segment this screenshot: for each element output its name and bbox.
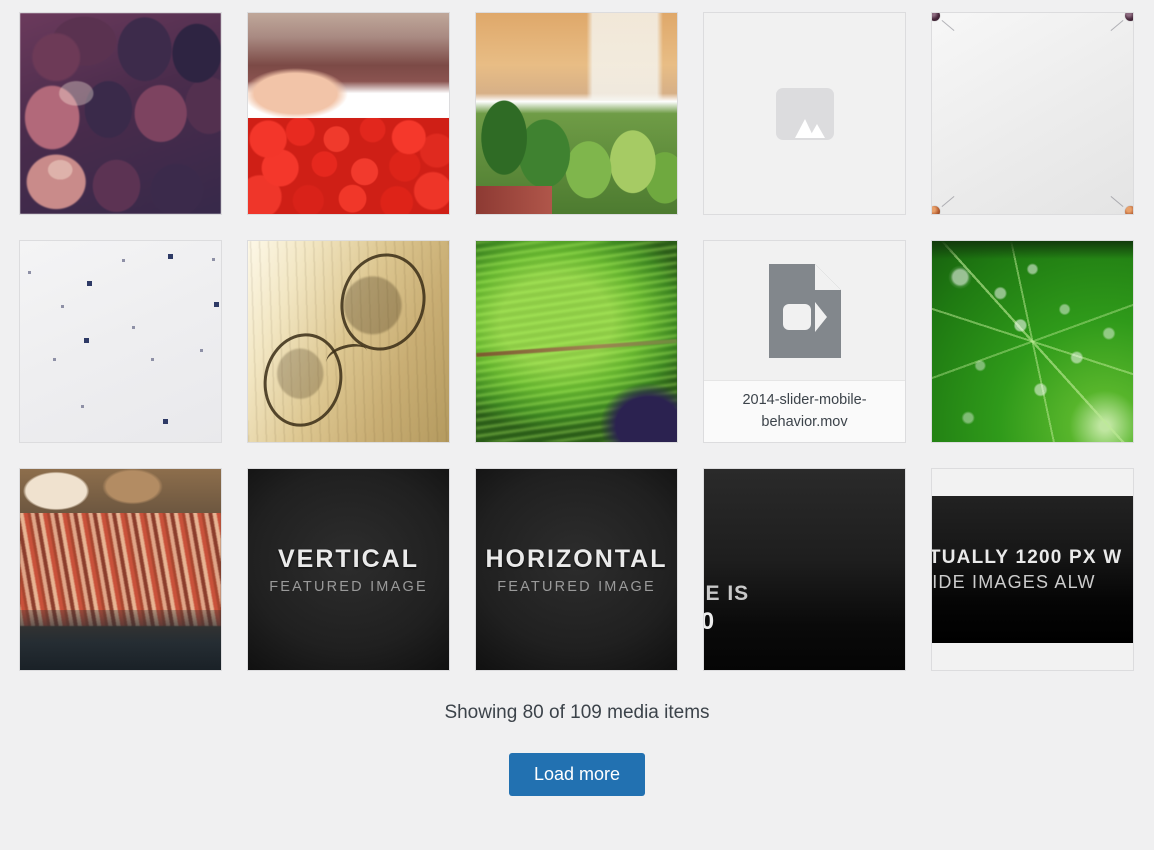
pin-shadow — [941, 19, 955, 32]
media-item-veggies[interactable] — [475, 12, 678, 215]
placeholder-art — [704, 13, 905, 214]
media-item-pinned-sheet[interactable] — [931, 12, 1134, 215]
widetext-line-2: WIDE IMAGES ALW — [932, 571, 1096, 592]
load-more-section: Showing 80 of 109 media items Load more — [0, 700, 1154, 797]
letterbox-bar-top — [932, 469, 1133, 496]
media-item-vertical-featured[interactable]: VERTICAL FEATURED IMAGE — [247, 468, 450, 671]
pushpin-icon — [932, 13, 940, 21]
load-more-button[interactable]: Load more — [508, 752, 646, 797]
media-item-video-file[interactable]: 2014-slider-mobile-behavior.mov — [703, 240, 906, 443]
vertical-subtitle: FEATURED IMAGE — [269, 578, 428, 595]
letterbox-bar-bottom — [932, 643, 1133, 670]
media-item-bigtext[interactable]: AGE IS 500 — [703, 468, 906, 671]
media-item-glasses[interactable] — [247, 240, 450, 443]
horizontal-subtitle: FEATURED IMAGE — [497, 578, 656, 595]
video-file-icon-wrap — [704, 241, 905, 380]
video-file-art: 2014-slider-mobile-behavior.mov — [704, 241, 905, 442]
media-item-leaf[interactable] — [931, 240, 1134, 443]
dots-image — [20, 241, 221, 442]
bigtext-lines: AGE IS 500 — [704, 582, 749, 636]
video-file-name: 2014-slider-mobile-behavior.mov — [704, 380, 905, 442]
image-placeholder-icon — [775, 87, 834, 140]
vertical-title: VERTICAL — [278, 544, 419, 573]
bigtext-line-2: 500 — [704, 608, 749, 636]
media-item-horizontal-featured[interactable]: HORIZONTAL FEATURED IMAGE — [475, 468, 678, 671]
media-item-widetext[interactable]: CTUALLY 1200 PX W WIDE IMAGES ALW — [931, 468, 1134, 671]
widetext-lines: CTUALLY 1200 PX W WIDE IMAGES ALW — [932, 547, 1122, 593]
lens-shape — [255, 325, 351, 435]
pin-shadow — [1110, 19, 1124, 32]
vertical-featured-art: VERTICAL FEATURED IMAGE — [248, 469, 449, 670]
glasses-image — [248, 241, 449, 442]
media-item-tomatoes[interactable] — [247, 12, 450, 215]
media-library-page: 2014-slider-mobile-behavior.mov VERTICAL… — [0, 0, 1154, 850]
horizontal-title: HORIZONTAL — [485, 544, 668, 573]
fern-shadow — [580, 357, 677, 442]
mineral-highlight — [20, 469, 221, 514]
pinned-sheet-image — [932, 13, 1133, 214]
pin-shadow — [1110, 195, 1124, 208]
veggies-image — [476, 13, 677, 214]
letterbox-band: CTUALLY 1200 PX W WIDE IMAGES ALW — [932, 496, 1133, 643]
mineral-image — [20, 469, 221, 670]
media-item-dots[interactable] — [19, 240, 222, 443]
media-grid: 2014-slider-mobile-behavior.mov VERTICAL… — [19, 12, 1154, 671]
leaf-image — [932, 241, 1133, 442]
media-item-mineral[interactable] — [19, 468, 222, 671]
pin-shadow — [941, 195, 955, 208]
tomatoes-image — [248, 13, 449, 214]
widetext-art: CTUALLY 1200 PX W WIDE IMAGES ALW — [932, 469, 1133, 670]
media-count-text: Showing 80 of 109 media items — [444, 702, 710, 723]
fern-image — [476, 241, 677, 442]
pushpin-icon — [1125, 206, 1133, 214]
figs-image — [20, 13, 221, 214]
horizontal-featured-art: HORIZONTAL FEATURED IMAGE — [476, 469, 677, 670]
bigtext-line-1: AGE IS — [704, 582, 750, 605]
pushpin-icon — [1125, 13, 1133, 21]
media-item-figs[interactable] — [19, 12, 222, 215]
media-item-placeholder[interactable] — [703, 12, 906, 215]
pushpin-icon — [932, 206, 940, 214]
leaf-top-shadow — [932, 241, 1133, 260]
media-item-fern[interactable] — [475, 240, 678, 443]
widetext-line-1: CTUALLY 1200 PX W — [932, 546, 1123, 568]
video-file-icon — [768, 263, 841, 358]
lens-shape — [329, 243, 437, 361]
bigtext-art: AGE IS 500 — [704, 469, 905, 670]
